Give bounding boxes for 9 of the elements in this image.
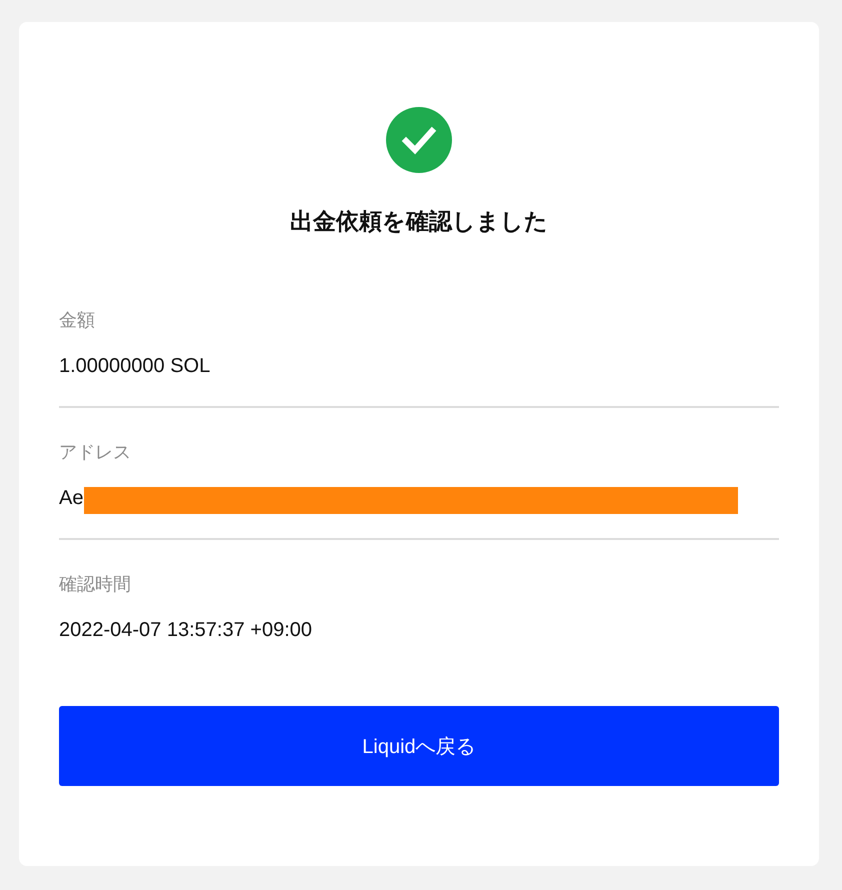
field-label: アドレス <box>59 441 132 464</box>
field-value: 2022-04-07 13:57:37 +09:00 <box>59 618 312 643</box>
field-label: 金額 <box>59 309 96 332</box>
field-value: Ae <box>59 486 84 511</box>
field-value: 1.00000000 SOL <box>59 354 210 379</box>
field-label: 確認時間 <box>59 573 132 596</box>
confirmation-title: 出金依頼を確認しました <box>289 207 549 236</box>
back-button[interactable]: Liquidへ戻る <box>59 706 779 786</box>
check-circle-icon <box>386 107 452 173</box>
